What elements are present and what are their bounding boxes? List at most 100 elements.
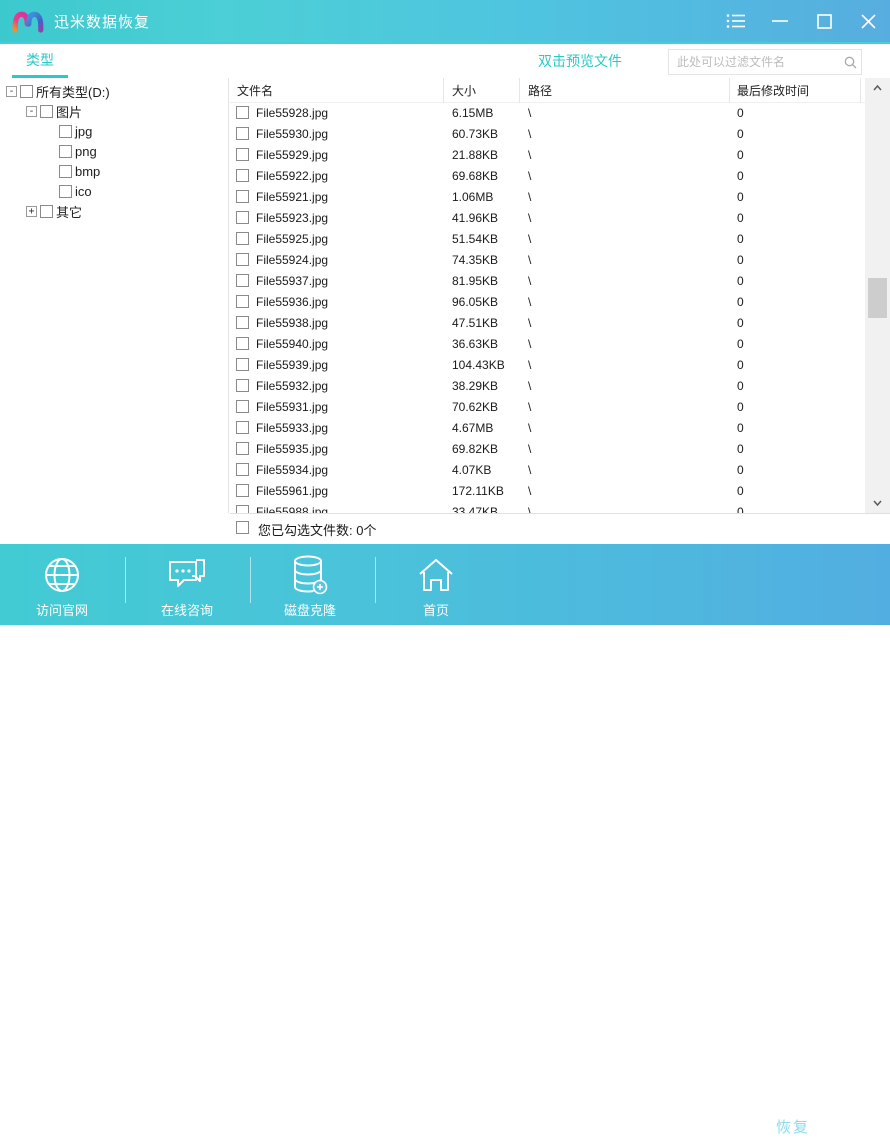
row-checkbox[interactable] bbox=[236, 106, 249, 119]
table-row[interactable]: File55930.jpg 60.73KB \ 0 bbox=[230, 124, 865, 145]
row-checkbox[interactable] bbox=[236, 274, 249, 287]
scroll-up-icon[interactable] bbox=[865, 80, 890, 96]
tree-item[interactable]: ico bbox=[0, 181, 228, 201]
table-row[interactable]: File55932.jpg 38.29KB \ 0 bbox=[230, 376, 865, 397]
table-row[interactable]: File55925.jpg 51.54KB \ 0 bbox=[230, 229, 865, 250]
cell-size: 1.06MB bbox=[452, 190, 493, 204]
table-row[interactable]: File55988.jpg 33.47KB \ 0 bbox=[230, 502, 865, 513]
footer-divider bbox=[375, 557, 376, 603]
tree-checkbox[interactable] bbox=[59, 185, 72, 198]
table-row[interactable]: File55921.jpg 1.06MB \ 0 bbox=[230, 187, 865, 208]
table-row[interactable]: File55922.jpg 69.68KB \ 0 bbox=[230, 166, 865, 187]
nav-official-site[interactable]: 访问官网 bbox=[17, 554, 107, 619]
tree-item[interactable]: + 其它 bbox=[0, 201, 228, 221]
nav-home[interactable]: 首页 bbox=[391, 554, 481, 619]
row-checkbox[interactable] bbox=[236, 463, 249, 476]
nav-online-support[interactable]: 在线咨询 bbox=[142, 554, 232, 619]
tab-type[interactable]: 类型 bbox=[12, 44, 68, 78]
home-icon bbox=[391, 554, 481, 596]
row-checkbox[interactable] bbox=[236, 505, 249, 513]
tree-item[interactable]: bmp bbox=[0, 161, 228, 181]
tree-checkbox[interactable] bbox=[59, 145, 72, 158]
cell-filename: File55961.jpg bbox=[256, 484, 328, 498]
tree-item[interactable]: - 图片 bbox=[0, 101, 228, 121]
table-row[interactable]: File55924.jpg 74.35KB \ 0 bbox=[230, 250, 865, 271]
menu-icon[interactable] bbox=[714, 0, 758, 42]
nav-label: 在线咨询 bbox=[142, 600, 232, 619]
tree-checkbox[interactable] bbox=[40, 205, 53, 218]
search-icon[interactable] bbox=[839, 56, 861, 69]
select-all-checkbox[interactable] bbox=[236, 521, 249, 534]
cell-filename: File55936.jpg bbox=[256, 295, 328, 309]
table-row[interactable]: File55933.jpg 4.67MB \ 0 bbox=[230, 418, 865, 439]
cell-path: \ bbox=[528, 253, 531, 267]
tree-expander-icon[interactable]: - bbox=[26, 106, 37, 117]
cell-mtime: 0 bbox=[737, 463, 744, 477]
scroll-down-icon[interactable] bbox=[865, 495, 890, 511]
table-row[interactable]: File55938.jpg 47.51KB \ 0 bbox=[230, 313, 865, 334]
table-row[interactable]: File55937.jpg 81.95KB \ 0 bbox=[230, 271, 865, 292]
cell-size: 38.29KB bbox=[452, 379, 498, 393]
scrollbar-thumb[interactable] bbox=[868, 278, 887, 318]
table-row[interactable]: File55961.jpg 172.11KB \ 0 bbox=[230, 481, 865, 502]
table-row[interactable]: File55929.jpg 21.88KB \ 0 bbox=[230, 145, 865, 166]
row-checkbox[interactable] bbox=[236, 127, 249, 140]
recover-button[interactable]: 恢复 bbox=[718, 1106, 868, 1146]
table-row[interactable]: File55936.jpg 96.05KB \ 0 bbox=[230, 292, 865, 313]
cell-mtime: 0 bbox=[737, 421, 744, 435]
cell-filename: File55930.jpg bbox=[256, 127, 328, 141]
close-button[interactable] bbox=[846, 0, 890, 42]
cell-mtime: 0 bbox=[737, 316, 744, 330]
window-controls bbox=[714, 0, 890, 42]
column-header-mtime[interactable]: 最后修改时间 bbox=[737, 82, 809, 99]
cell-mtime: 0 bbox=[737, 190, 744, 204]
nav-disk-clone[interactable]: 磁盘克隆 bbox=[265, 554, 355, 619]
row-checkbox[interactable] bbox=[236, 484, 249, 497]
column-header-path[interactable]: 路径 bbox=[528, 82, 552, 99]
filter-search-input[interactable] bbox=[669, 51, 839, 73]
row-checkbox[interactable] bbox=[236, 442, 249, 455]
row-checkbox[interactable] bbox=[236, 169, 249, 182]
tree-expander-icon[interactable]: + bbox=[26, 206, 37, 217]
column-header-filename[interactable]: 文件名 bbox=[237, 82, 273, 99]
maximize-button[interactable] bbox=[802, 0, 846, 42]
row-checkbox[interactable] bbox=[236, 211, 249, 224]
vertical-scrollbar[interactable] bbox=[865, 78, 890, 513]
tree-checkbox[interactable] bbox=[59, 165, 72, 178]
footer-divider bbox=[125, 557, 126, 603]
table-row[interactable]: File55934.jpg 4.07KB \ 0 bbox=[230, 460, 865, 481]
row-checkbox[interactable] bbox=[236, 316, 249, 329]
tree-expander-icon[interactable]: - bbox=[6, 86, 17, 97]
column-header-size[interactable]: 大小 bbox=[452, 82, 476, 99]
row-checkbox[interactable] bbox=[236, 400, 249, 413]
tree-checkbox[interactable] bbox=[20, 85, 33, 98]
cell-filename: File55925.jpg bbox=[256, 232, 328, 246]
file-type-tree: - 所有类型(D:) - 图片 jpg png bbox=[0, 78, 229, 513]
table-row[interactable]: File55940.jpg 36.63KB \ 0 bbox=[230, 334, 865, 355]
selected-count-label: 您已勾选文件数: 0个 bbox=[258, 520, 376, 539]
row-checkbox[interactable] bbox=[236, 358, 249, 371]
table-row[interactable]: File55928.jpg 6.15MB \ 0 bbox=[230, 103, 865, 124]
table-row[interactable]: File55923.jpg 41.96KB \ 0 bbox=[230, 208, 865, 229]
row-checkbox[interactable] bbox=[236, 337, 249, 350]
minimize-button[interactable] bbox=[758, 0, 802, 42]
row-checkbox[interactable] bbox=[236, 421, 249, 434]
tree-item[interactable]: jpg bbox=[0, 121, 228, 141]
row-checkbox[interactable] bbox=[236, 379, 249, 392]
table-row[interactable]: File55935.jpg 69.82KB \ 0 bbox=[230, 439, 865, 460]
tree-checkbox[interactable] bbox=[59, 125, 72, 138]
cell-filename: File55939.jpg bbox=[256, 358, 328, 372]
tree-item[interactable]: - 所有类型(D:) bbox=[0, 81, 228, 101]
table-row[interactable]: File55939.jpg 104.43KB \ 0 bbox=[230, 355, 865, 376]
row-checkbox[interactable] bbox=[236, 190, 249, 203]
cell-size: 33.47KB bbox=[452, 505, 498, 513]
row-checkbox[interactable] bbox=[236, 232, 249, 245]
tree-item[interactable]: png bbox=[0, 141, 228, 161]
cell-path: \ bbox=[528, 442, 531, 456]
cell-filename: File55928.jpg bbox=[256, 106, 328, 120]
tree-checkbox[interactable] bbox=[40, 105, 53, 118]
table-row[interactable]: File55931.jpg 70.62KB \ 0 bbox=[230, 397, 865, 418]
row-checkbox[interactable] bbox=[236, 253, 249, 266]
row-checkbox[interactable] bbox=[236, 148, 249, 161]
row-checkbox[interactable] bbox=[236, 295, 249, 308]
